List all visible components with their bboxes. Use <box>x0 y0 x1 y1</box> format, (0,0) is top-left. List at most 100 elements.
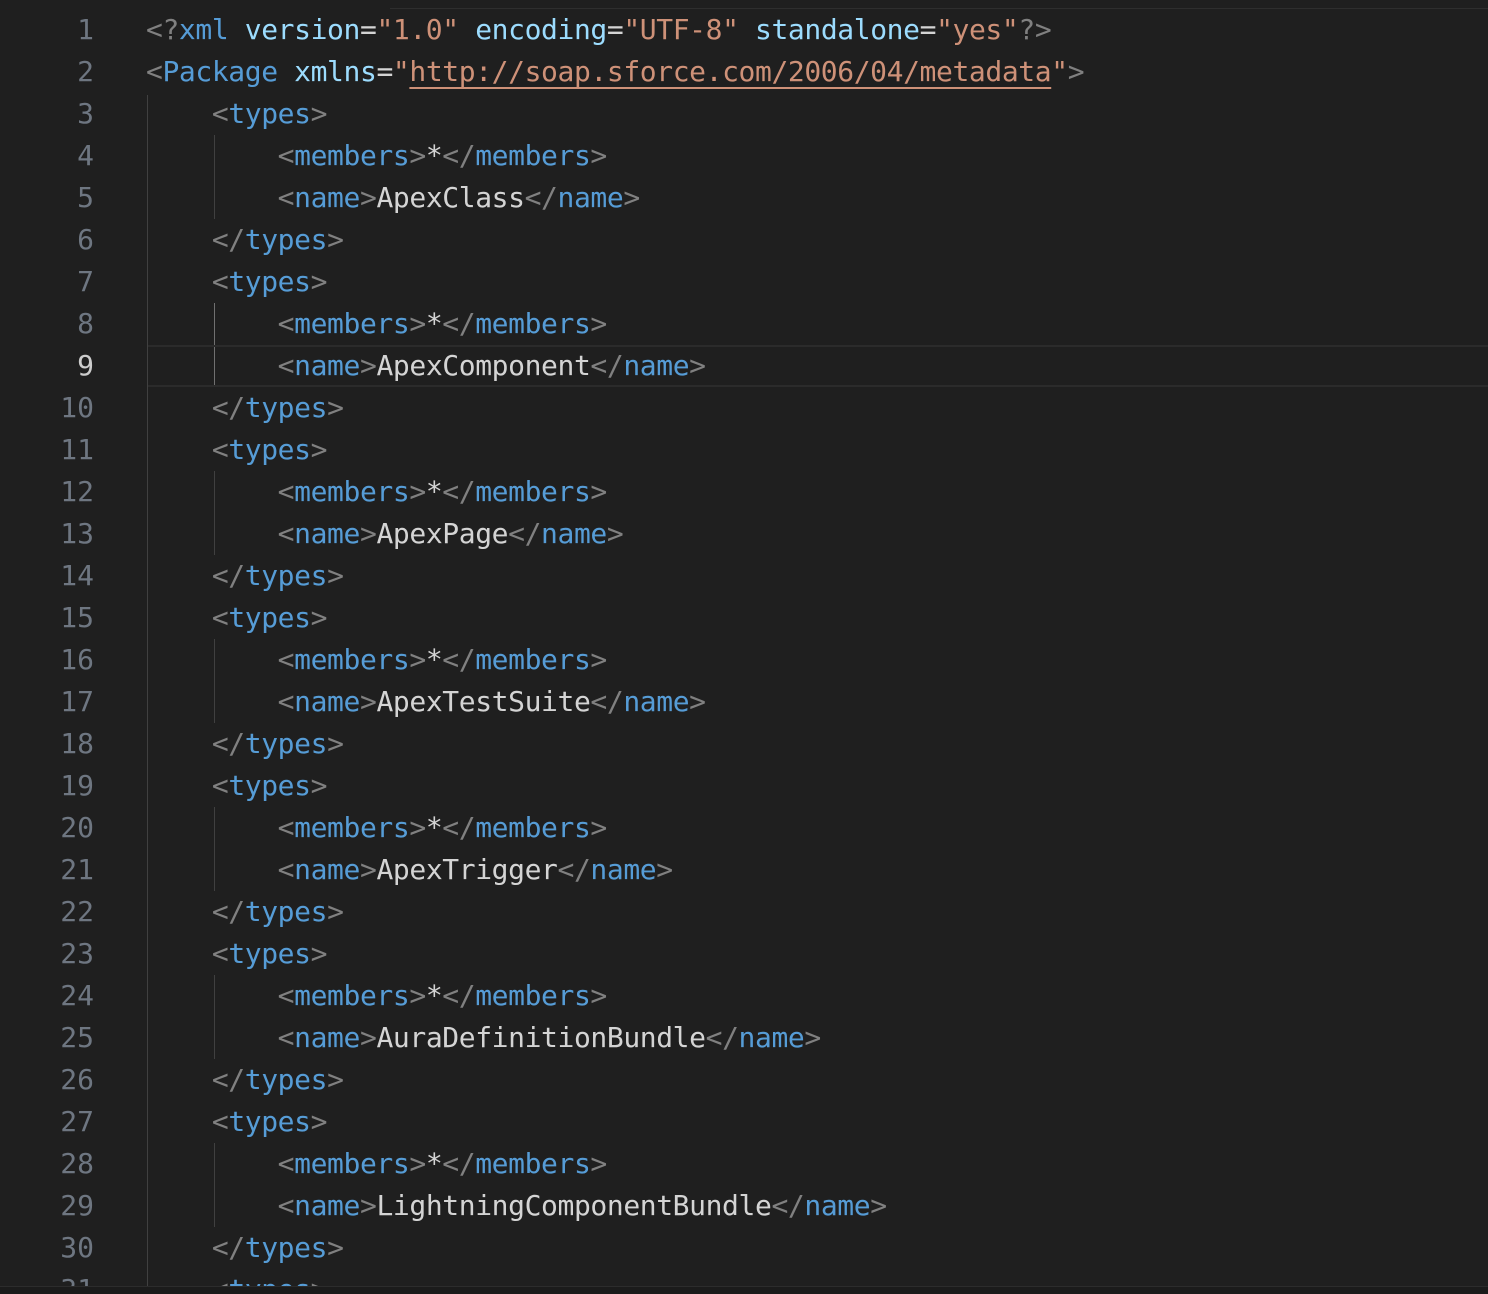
code-line[interactable]: 21 <name>ApexTrigger</name> <box>0 849 1488 891</box>
code-line[interactable]: 28 <members>*</members> <box>0 1143 1488 1185</box>
code-text[interactable]: <members>*</members> <box>146 303 608 345</box>
line-number: 27 <box>60 1105 94 1138</box>
code-line[interactable]: 2 <Package xmlns="http://soap.sforce.com/… <box>0 51 1488 93</box>
code-text[interactable]: <name>ApexTestSuite</name> <box>146 681 706 723</box>
code-text[interactable]: <types> <box>146 765 328 807</box>
code-line[interactable]: 19 <types> <box>0 765 1488 807</box>
code-line[interactable]: 6 </types> <box>0 219 1488 261</box>
code-text[interactable]: <name>ApexTrigger</name> <box>146 849 673 891</box>
line-number: 18 <box>60 727 94 760</box>
attribute-token: xmlns <box>294 55 377 88</box>
code-text[interactable]: <name>ApexPage</name> <box>146 513 624 555</box>
bracket-token: </ <box>442 979 476 1012</box>
bracket-token: > <box>409 811 426 844</box>
code-line[interactable]: 15 <types> <box>0 597 1488 639</box>
code-text[interactable]: <members>*</members> <box>146 135 608 177</box>
bracket-token: </ <box>211 727 245 760</box>
code-line[interactable]: 24 <members>*</members> <box>0 975 1488 1017</box>
code-text[interactable]: </types> <box>146 1227 344 1269</box>
code-line[interactable]: 14 </types> <box>0 555 1488 597</box>
code-line[interactable]: 7 <types> <box>0 261 1488 303</box>
code-text[interactable]: <members>*</members> <box>146 807 608 849</box>
code-text[interactable]: <members>*</members> <box>146 471 608 513</box>
bracket-token: > <box>409 475 426 508</box>
code-line[interactable]: 25 <name>AuraDefinitionBundle</name> <box>0 1017 1488 1059</box>
tag-name-token: name <box>294 685 360 718</box>
line-number: 28 <box>60 1147 94 1180</box>
code-line[interactable]: 3 <types> <box>0 93 1488 135</box>
code-text[interactable]: <members>*</members> <box>146 975 608 1017</box>
code-line[interactable]: 16 <members>*</members> <box>0 639 1488 681</box>
code-text[interactable]: <name>AuraDefinitionBundle</name> <box>146 1017 822 1059</box>
bracket-token: > <box>804 1021 821 1054</box>
bracket-token: </ <box>442 307 476 340</box>
code-text[interactable]: <types> <box>146 93 328 135</box>
code-line[interactable]: 20 <members>*</members> <box>0 807 1488 849</box>
bracket-token: > <box>590 475 607 508</box>
code-line[interactable]: 27 <types> <box>0 1101 1488 1143</box>
code-text[interactable]: <types> <box>146 597 328 639</box>
code-line[interactable]: 13 <name>ApexPage</name> <box>0 513 1488 555</box>
url-link[interactable]: http://soap.sforce.com/2006/04/metadata <box>409 55 1051 88</box>
code-lines[interactable]: 1 <?xml version="1.0" encoding="UTF-8" st… <box>0 9 1488 1294</box>
code-text[interactable]: <name>ApexClass</name> <box>146 177 641 219</box>
code-line[interactable]: 5 <name>ApexClass</name> <box>0 177 1488 219</box>
code-line[interactable]: 9 <name>ApexComponent</name> <box>0 345 1488 387</box>
code-text[interactable]: <types> <box>146 933 328 975</box>
code-line[interactable]: 18 </types> <box>0 723 1488 765</box>
code-line[interactable]: 12 <members>*</members> <box>0 471 1488 513</box>
code-text[interactable]: <name>ApexComponent</name> <box>146 345 706 387</box>
code-line[interactable]: 29 <name>LightningComponentBundle</name> <box>0 1185 1488 1227</box>
code-text[interactable]: <members>*</members> <box>146 1143 608 1185</box>
code-line[interactable]: 22 </types> <box>0 891 1488 933</box>
code-text[interactable]: </types> <box>146 1059 344 1101</box>
code-line[interactable]: 8 <members>*</members> <box>0 303 1488 345</box>
bracket-token: > <box>359 1021 377 1054</box>
code-text[interactable]: </types> <box>146 219 344 261</box>
tag-name-token: name <box>557 181 624 214</box>
text-token: * <box>425 643 443 676</box>
bracket-token: > <box>606 517 624 550</box>
code-line[interactable]: 4 <members>*</members> <box>0 135 1488 177</box>
code-text[interactable]: </types> <box>146 891 344 933</box>
horizontal-scrollbar[interactable] <box>0 1286 1488 1294</box>
tag-name-token: members <box>294 307 410 340</box>
tag-name-token: members <box>475 307 591 340</box>
code-line[interactable]: 26 </types> <box>0 1059 1488 1101</box>
code-text[interactable]: <types> <box>146 261 328 303</box>
tag-name-token: types <box>228 97 311 130</box>
attribute-token: standalone <box>755 13 920 46</box>
tag-name-token: types <box>228 265 311 298</box>
code-line[interactable]: 11 <types> <box>0 429 1488 471</box>
code-line[interactable]: 10 </types> <box>0 387 1488 429</box>
code-text[interactable]: <types> <box>146 1101 328 1143</box>
text-token: * <box>425 811 443 844</box>
code-text[interactable]: <Package xmlns="http://soap.sforce.com/2… <box>146 51 1085 93</box>
code-line[interactable]: 1 <?xml version="1.0" encoding="UTF-8" st… <box>0 9 1488 51</box>
tag-name-token: name <box>294 181 360 214</box>
code-text[interactable]: <name>LightningComponentBundle</name> <box>146 1185 887 1227</box>
code-text[interactable]: </types> <box>146 555 344 597</box>
code-text[interactable]: <members>*</members> <box>146 639 608 681</box>
code-line[interactable]: 17 <name>ApexTestSuite</name> <box>0 681 1488 723</box>
code-text[interactable]: </types> <box>146 387 344 429</box>
bracket-token: ?> <box>1018 13 1052 46</box>
code-line[interactable]: 23 <types> <box>0 933 1488 975</box>
code-text[interactable]: </types> <box>146 723 344 765</box>
line-number: 19 <box>60 769 94 802</box>
line-number: 26 <box>60 1063 94 1096</box>
code-text[interactable]: <?xml version="1.0" encoding="UTF-8" sta… <box>146 9 1052 51</box>
string-token: "UTF-8" <box>623 13 739 46</box>
tag-name-token: members <box>294 139 410 172</box>
code-text[interactable]: <types> <box>146 429 328 471</box>
code-editor[interactable]: 1 <?xml version="1.0" encoding="UTF-8" st… <box>0 0 1488 1294</box>
code-line[interactable]: 30 </types> <box>0 1227 1488 1269</box>
tag-name-token: types <box>228 937 311 970</box>
